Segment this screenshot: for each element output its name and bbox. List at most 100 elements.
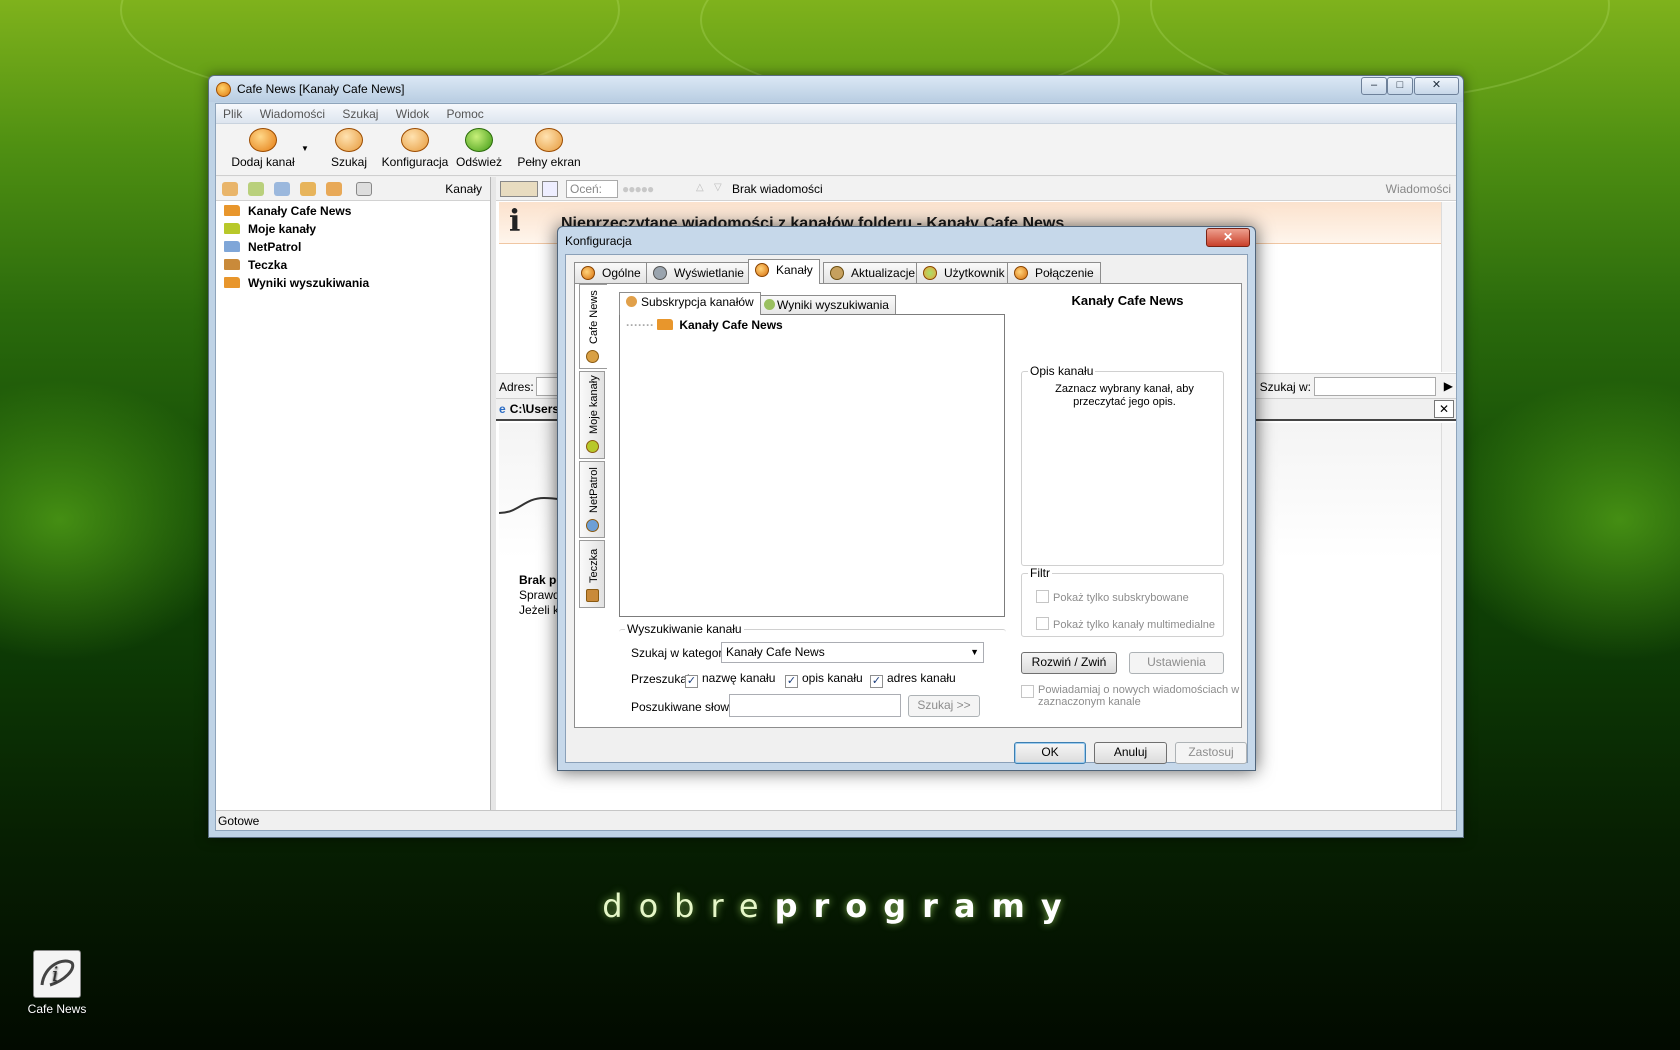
category-select[interactable]: Kanały Cafe News ▼ [721, 642, 984, 663]
side-tab-netpatrol[interactable]: NetPatrol [579, 461, 605, 538]
prev-arrow-icon[interactable]: △ [696, 182, 704, 193]
minimize-button[interactable]: – [1361, 77, 1387, 95]
checkbox-checked[interactable]: ✓ [685, 675, 698, 688]
tree-item-label: Teczka [248, 258, 288, 272]
search-button[interactable]: Szukaj [324, 128, 374, 169]
status-bar: Gotowe [216, 810, 1456, 830]
tab-kanaly[interactable]: Kanały [748, 259, 820, 284]
opt-desc-checkbox[interactable]: ✓ opis kanału [785, 671, 863, 688]
subtab-search-results[interactable]: Wyniki wyszukiwania [757, 295, 896, 315]
mark-read-icon[interactable] [542, 181, 558, 197]
folder-icon[interactable] [300, 182, 316, 196]
list-scrollbar[interactable] [1441, 202, 1456, 372]
opt-desc-label: opis kanału [802, 671, 863, 685]
checkbox-checked[interactable]: ✓ [870, 675, 883, 688]
desktop-icon-cafe-news[interactable]: i Cafe News [22, 950, 92, 1016]
tree-item[interactable]: Wyniki wyszukiwania [224, 276, 369, 294]
menu-widok[interactable]: Widok [389, 104, 436, 121]
side-tab-teczka[interactable]: Teczka [579, 540, 605, 608]
folder-icon [224, 241, 240, 252]
settings-button[interactable]: Konfiguracja [378, 128, 452, 169]
tree-item[interactable]: Kanały Cafe News [224, 204, 369, 222]
tree-item[interactable]: NetPatrol [224, 240, 369, 258]
category-value: Kanały Cafe News [726, 645, 825, 659]
fullscreen-button[interactable]: Pełny ekran [516, 128, 582, 169]
title-bar[interactable]: Cafe News [Kanały Cafe News] – □ ✕ [209, 76, 1463, 102]
dialog-body: Ogólne Wyświetlanie Kanały Aktualizacje … [565, 254, 1248, 764]
tab-polaczenie[interactable]: Połączenie [1007, 262, 1101, 283]
add-channel-dropdown-arrow[interactable]: ▼ [301, 144, 309, 153]
folder-icon [224, 223, 240, 234]
tree-root-item[interactable]: ······· Kanały Cafe News [626, 318, 783, 332]
ok-button[interactable]: OK [1014, 742, 1086, 764]
subtab-label: Wyniki wyszukiwania [777, 298, 889, 312]
settings-button[interactable]: Ustawienia [1129, 652, 1224, 674]
go-arrow-icon[interactable]: ▶ [1444, 379, 1453, 393]
feed-icon[interactable] [222, 182, 238, 196]
filter-multimedia-checkbox[interactable]: Pokaż tylko kanały multimedialne [1036, 617, 1215, 631]
folder-icon [224, 259, 240, 270]
close-tab-icon[interactable]: ✕ [1434, 400, 1454, 418]
menu-szukaj[interactable]: Szukaj [335, 104, 385, 121]
filter-subscribed-checkbox[interactable]: Pokaż tylko subskrybowane [1036, 590, 1189, 604]
side-tab-moje-kanaly[interactable]: Moje kanały [579, 371, 605, 459]
notify-checkbox[interactable]: Powiadamiaj o nowych wiadomościach w zaz… [1021, 684, 1241, 708]
menu-plik[interactable]: Plik [216, 104, 249, 121]
notify-label: Powiadamiaj o nowych wiadomościach w zaz… [1038, 684, 1240, 708]
expand-collapse-button[interactable]: Rozwiń / Zwiń [1021, 652, 1117, 674]
apply-button[interactable]: Zastosuj [1175, 742, 1247, 764]
channels-tree: Kanały Cafe News Moje kanały NetPatrol T… [224, 204, 369, 294]
side-tab-cafe-news[interactable]: Cafe News [579, 284, 607, 369]
tree-root-label: Kanały Cafe News [679, 318, 783, 332]
checkbox[interactable] [1036, 617, 1049, 630]
add-channel-button[interactable]: Dodaj kanał [228, 128, 298, 169]
search-group-legend: Wyszukiwanie kanału [625, 622, 744, 636]
menu-pomoc[interactable]: Pomoc [439, 104, 490, 121]
desktop-icon-label: Cafe News [27, 1002, 87, 1016]
tab-wyswietlanie[interactable]: Wyświetlanie [646, 262, 751, 283]
refresh-button[interactable]: Odśwież [454, 128, 504, 169]
side-tab-label: NetPatrol [588, 467, 600, 513]
search-in-select[interactable] [1314, 377, 1436, 396]
feed-icon [586, 350, 599, 363]
view-mode-icon[interactable] [500, 181, 538, 197]
feed-add-icon[interactable] [248, 182, 264, 196]
opt-addr-checkbox[interactable]: ✓ adres kanału [870, 671, 956, 688]
add-channel-label: Dodaj kanał [231, 155, 295, 169]
content-scrollbar[interactable] [1441, 423, 1456, 810]
search-word-input[interactable] [729, 694, 901, 717]
search-feed-icon[interactable] [326, 182, 342, 196]
checkbox[interactable] [1036, 590, 1049, 603]
rating-stars[interactable]: ●●●●● [622, 182, 654, 196]
channels-toolbar: Kanały [216, 177, 490, 201]
tab-ogolne[interactable]: Ogólne [574, 262, 648, 283]
opt-name-checkbox[interactable]: ✓ nazwę kanału [685, 671, 775, 688]
tree-item[interactable]: Moje kanały [224, 222, 369, 240]
find-feed-icon[interactable] [274, 182, 290, 196]
globe-icon [586, 519, 599, 532]
cancel-button[interactable]: Anuluj [1094, 742, 1167, 764]
close-button[interactable]: ✕ [1414, 77, 1459, 95]
next-arrow-icon[interactable]: ▽ [714, 182, 722, 193]
tab-aktualizacje[interactable]: Aktualizacje [823, 262, 923, 283]
subtab-subscription[interactable]: Subskrypcja kanałów [619, 292, 761, 315]
description-group: Opis kanału Zaznacz wybrany kanał, aby p… [1021, 364, 1224, 566]
search-button[interactable]: Szukaj >> [908, 695, 980, 717]
channel-title: Kanały Cafe News [1071, 293, 1184, 308]
checkbox[interactable] [1021, 685, 1034, 698]
category-label: Szukaj w kategorii: [631, 646, 732, 660]
display-icon [653, 266, 667, 280]
channels-tree-list[interactable]: ······· Kanały Cafe News [619, 314, 1005, 617]
dialog-close-button[interactable]: ✕ [1206, 228, 1250, 247]
tab-uzytkownik[interactable]: Użytkownik [916, 262, 1012, 283]
general-icon [581, 266, 595, 280]
maximize-button[interactable]: □ [1387, 77, 1413, 95]
rate-select[interactable]: Oceń: [566, 180, 618, 198]
list-view-icon[interactable] [356, 182, 372, 196]
checkbox-checked[interactable]: ✓ [785, 675, 798, 688]
menu-wiadomosci[interactable]: Wiadomości [253, 104, 332, 121]
browser-tab[interactable]: e C:\Users [499, 402, 559, 416]
tree-item[interactable]: Teczka [224, 258, 369, 276]
info-icon: i [509, 204, 521, 239]
fullscreen-label: Pełny ekran [517, 155, 581, 169]
